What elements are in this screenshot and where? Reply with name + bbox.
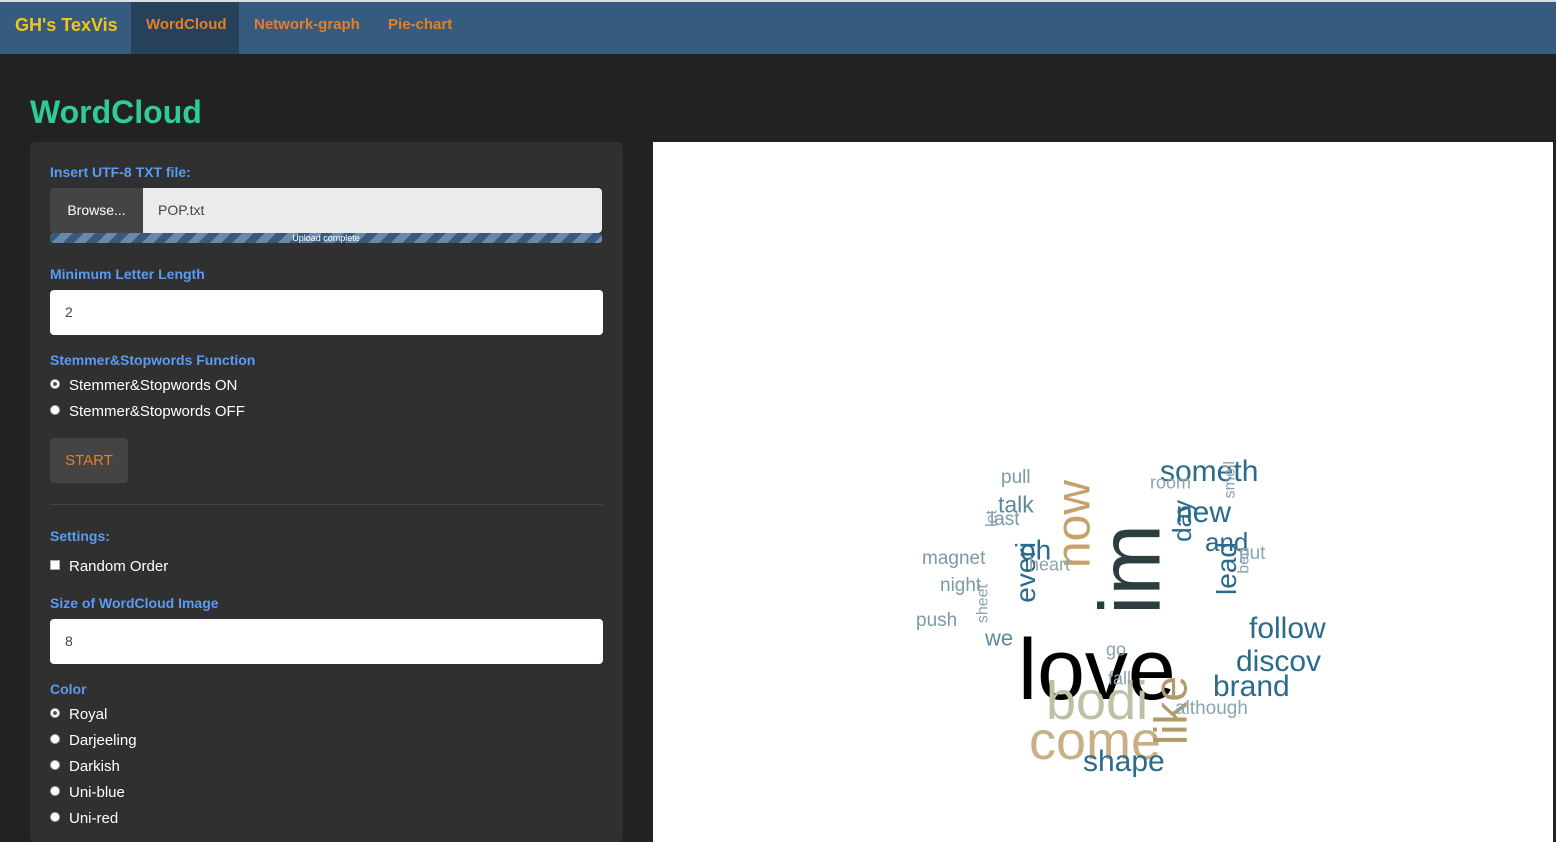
radio-label: Darkish <box>69 758 120 775</box>
wordcloud-word: fall <box>1108 668 1131 688</box>
wordcloud-word: smell <box>1221 461 1238 498</box>
radio-color-royal[interactable]: Royal <box>50 706 107 726</box>
random-order-checkbox[interactable]: Random Order <box>50 558 168 578</box>
tab-wordcloud[interactable]: WordCloud <box>131 2 239 54</box>
radio-label: Darjeeling <box>69 732 137 749</box>
file-input-label: Insert UTF-8 TXT file: <box>50 164 191 180</box>
radio-button[interactable] <box>50 786 60 797</box>
wordcloud-word: shape <box>1083 745 1165 778</box>
radio-label: Stemmer&Stopwords ON <box>69 377 238 394</box>
radio-button[interactable] <box>50 760 60 771</box>
radio-button-checked[interactable] <box>50 379 60 390</box>
settings-label: Settings: <box>50 528 110 544</box>
radio-stemmer-on[interactable]: Stemmer&Stopwords ON <box>50 377 237 397</box>
wordcloud-word: go <box>1106 639 1126 659</box>
radio-color-uni-red[interactable]: Uni-red <box>50 810 118 830</box>
min-length-input[interactable]: 2 <box>50 290 603 335</box>
radio-button[interactable] <box>50 405 60 416</box>
page-title: WordCloud <box>30 94 202 130</box>
wordcloud-word: bed <box>1235 547 1252 574</box>
radio-button[interactable] <box>50 812 60 823</box>
wordcloud-word: pull <box>1001 467 1031 488</box>
radio-stemmer-off[interactable]: Stemmer&Stopwords OFF <box>50 403 245 423</box>
wordcloud-word: day <box>1167 500 1197 542</box>
checkbox-label: Random Order <box>69 558 169 575</box>
wordcloud-image: loveimbodicomenowlikesomethnewfollowdisc… <box>916 455 1326 778</box>
wordcloud-word: we <box>984 626 1013 651</box>
radio-button[interactable] <box>50 734 60 745</box>
wordcloud-word: sheet <box>974 583 991 623</box>
radio-label: Stemmer&Stopwords OFF <box>69 403 245 420</box>
radio-label: Uni-red <box>69 810 119 827</box>
file-name-field[interactable]: POP.txt <box>143 188 602 233</box>
file-input: Browse... POP.txt <box>50 188 602 233</box>
sidebar-panel: Insert UTF-8 TXT file: Browse... POP.txt… <box>30 142 623 842</box>
radio-button-checked[interactable] <box>50 708 60 719</box>
wordcloud-panel: love im bodi come now like someth new follow disc… <box>653 142 1553 842</box>
wordcloud-word: let <box>983 509 1000 526</box>
wordcloud-word: although <box>1175 698 1248 719</box>
min-length-label: Minimum Letter Length <box>50 266 205 282</box>
stemmer-label: Stemmer&Stopwords Function <box>50 352 256 368</box>
size-label: Size of WordCloud Image <box>50 595 219 611</box>
radio-color-darjeeling[interactable]: Darjeeling <box>50 732 137 752</box>
wordcloud-word: room <box>1150 472 1191 492</box>
navbar: GH's TexVis WordCloud Network-graph Pie-… <box>0 0 1556 54</box>
wordcloud-word: heart <box>1029 554 1070 574</box>
tab-network-graph[interactable]: Network-graph <box>239 2 375 54</box>
wordcloud-word: push <box>916 610 957 631</box>
brand-title[interactable]: GH's TexVis <box>15 15 118 36</box>
radio-color-darkish[interactable]: Darkish <box>50 758 120 778</box>
divider <box>50 504 603 505</box>
radio-label: Uni-blue <box>69 784 125 801</box>
wordcloud-word: follow <box>1249 612 1326 645</box>
size-input[interactable]: 8 <box>50 619 603 664</box>
radio-label: Royal <box>69 706 108 723</box>
color-label: Color <box>50 681 87 697</box>
radio-color-uni-blue[interactable]: Uni-blue <box>50 784 125 804</box>
checkbox[interactable] <box>50 560 60 571</box>
start-button[interactable]: START <box>50 438 128 483</box>
wordcloud-word: magnet <box>922 548 986 569</box>
tab-pie-chart[interactable]: Pie-chart <box>373 2 467 54</box>
browse-button[interactable]: Browse... <box>50 188 143 233</box>
upload-progress-bar: Upload complete <box>50 233 602 243</box>
